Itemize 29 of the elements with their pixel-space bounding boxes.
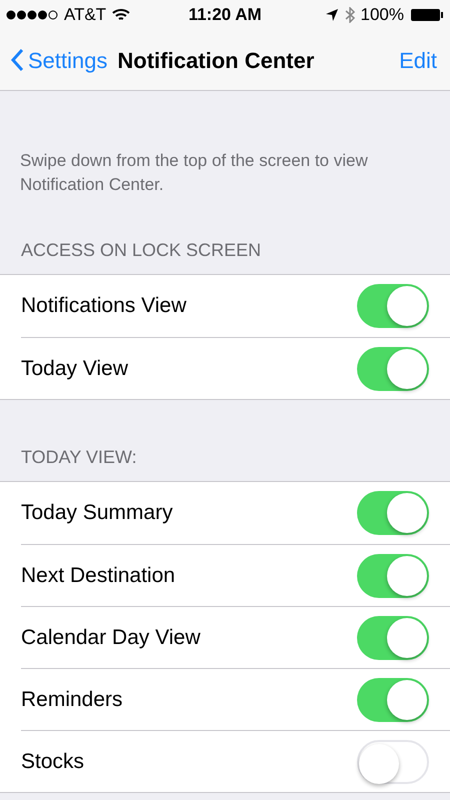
bluetooth-icon: [344, 7, 355, 23]
battery-icon: [410, 8, 444, 22]
edit-button[interactable]: Edit: [399, 44, 440, 76]
setting-label: Reminders: [21, 686, 123, 713]
toggle-switch[interactable]: [357, 616, 429, 660]
toggle-switch[interactable]: [357, 740, 429, 784]
section-header: TODAY VIEW:: [20, 446, 138, 469]
toggle-switch[interactable]: [357, 284, 429, 328]
toggle-switch[interactable]: [357, 346, 429, 390]
setting-label: Today Summary: [21, 500, 173, 526]
wifi-icon: [112, 8, 130, 22]
location-arrow-icon: [324, 8, 339, 22]
back-button[interactable]: Settings: [10, 44, 108, 76]
toggle-switch[interactable]: [357, 554, 429, 598]
setting-label: Notifications View: [21, 293, 186, 320]
setting-label: Next Destination: [21, 562, 176, 589]
setting-label: Today View: [21, 356, 128, 382]
battery-percent: 100%: [360, 4, 404, 26]
carrier-name: AT&T: [64, 4, 106, 26]
page-title: Notification Center: [118, 46, 314, 74]
signal-icon: [6, 10, 58, 20]
setting-label: Calendar Day View: [21, 624, 200, 651]
clock-time: 11:20 AM: [187, 4, 263, 26]
chevron-left-icon: [10, 48, 24, 72]
section-header: ACCESS ON LOCK SCREEN: [20, 239, 262, 262]
setting-label: Stocks: [21, 748, 84, 775]
toggle-switch[interactable]: [357, 678, 429, 722]
description-text: Swipe down from the top of the screen to view Notification Center.: [19, 150, 369, 196]
toggle-switch[interactable]: [357, 491, 429, 535]
